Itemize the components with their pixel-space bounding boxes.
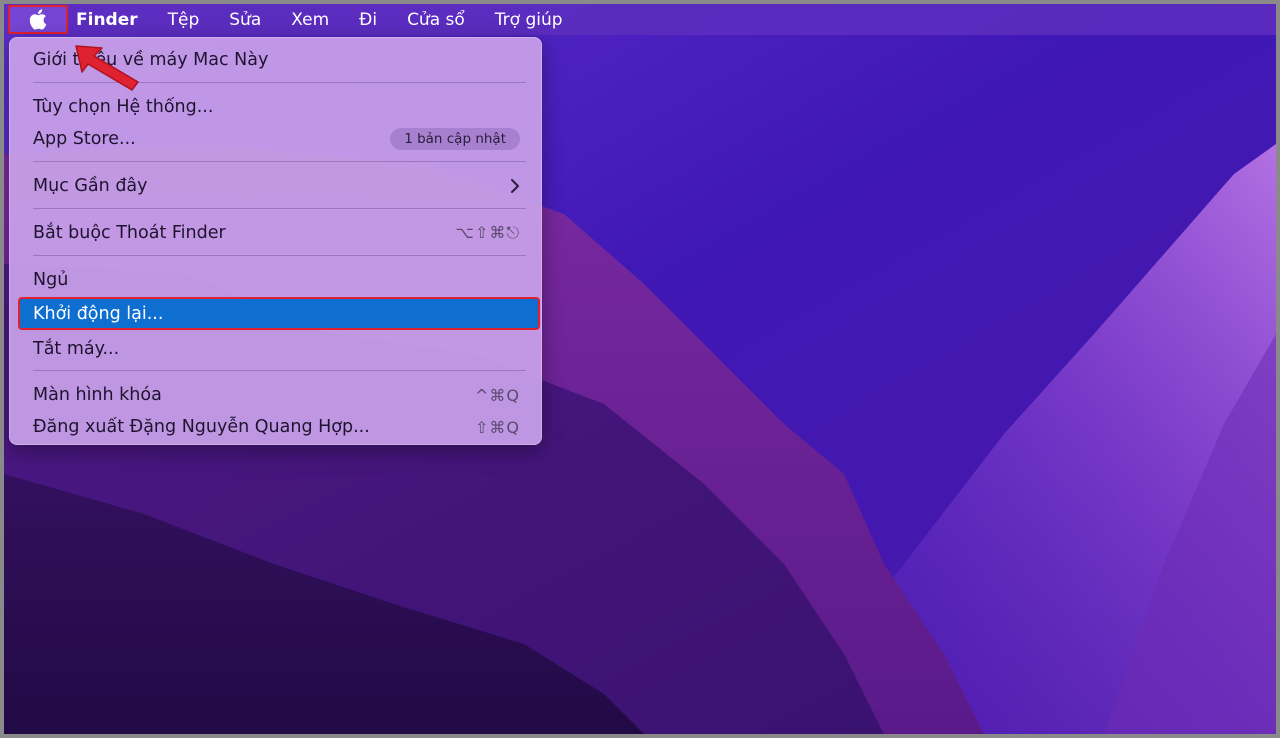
menu-separator xyxy=(33,255,526,256)
menu-item-sleep[interactable]: Ngủ xyxy=(21,265,530,295)
menu-item-logout-label: Đăng xuất Đặng Nguyễn Quang Hợp... xyxy=(33,417,370,437)
menu-window[interactable]: Cửa sổ xyxy=(407,10,465,30)
menu-item-shutdown-label: Tắt máy... xyxy=(33,339,120,359)
menu-item-force-quit[interactable]: Bắt buộc Thoát Finder ⌥⇧⌘⎋ xyxy=(21,218,530,248)
lock-screen-shortcut: ^⌘Q xyxy=(475,385,520,405)
menu-item-restart-label: Khởi động lại... xyxy=(33,303,164,324)
desktop: Finder Tệp Sửa Xem Đi Cửa sổ Trợ giúp Gi… xyxy=(4,4,1276,734)
menu-edit[interactable]: Sửa xyxy=(229,10,261,30)
menu-item-recent-items[interactable]: Mục Gần đây xyxy=(21,171,530,201)
menu-item-force-quit-label: Bắt buộc Thoát Finder xyxy=(33,223,226,243)
menu-separator xyxy=(33,208,526,209)
logout-shortcut: ⇧⌘Q xyxy=(475,417,520,437)
menu-item-system-preferences[interactable]: Tùy chọn Hệ thống... xyxy=(21,92,530,122)
menu-help[interactable]: Trợ giúp xyxy=(495,10,563,30)
chevron-right-icon xyxy=(511,179,519,193)
menu-item-shutdown[interactable]: Tắt máy... xyxy=(21,334,530,364)
menu-view[interactable]: Xem xyxy=(291,10,329,30)
update-count-badge: 1 bản cập nhật xyxy=(390,128,520,150)
menu-item-app-store[interactable]: App Store... 1 bản cập nhật xyxy=(21,124,530,154)
menu-separator xyxy=(33,161,526,162)
menu-item-system-preferences-label: Tùy chọn Hệ thống... xyxy=(33,97,214,117)
menu-item-sleep-label: Ngủ xyxy=(33,270,69,290)
apple-logo-icon xyxy=(29,9,47,30)
menu-item-lock-screen[interactable]: Màn hình khóa ^⌘Q xyxy=(21,380,530,410)
menu-bar: Finder Tệp Sửa Xem Đi Cửa sổ Trợ giúp xyxy=(4,4,1276,35)
menu-separator xyxy=(33,370,526,371)
menu-item-logout[interactable]: Đăng xuất Đặng Nguyễn Quang Hợp... ⇧⌘Q xyxy=(21,412,530,442)
menu-finder[interactable]: Finder xyxy=(76,10,138,30)
menu-go[interactable]: Đi xyxy=(359,10,377,30)
force-quit-shortcut: ⌥⇧⌘⎋ xyxy=(455,223,520,242)
menu-file[interactable]: Tệp xyxy=(168,10,200,30)
red-arrow-annotation-icon xyxy=(75,45,139,91)
menu-item-restart[interactable]: Khởi động lại... xyxy=(18,297,540,330)
menu-item-recent-items-label: Mục Gần đây xyxy=(33,176,148,196)
apple-menu-dropdown: Giới thiệu về máy Mac Này Tùy chọn Hệ th… xyxy=(9,37,542,445)
apple-menu-button[interactable] xyxy=(8,5,68,34)
menu-item-lock-screen-label: Màn hình khóa xyxy=(33,385,162,405)
menu-item-app-store-label: App Store... xyxy=(33,129,136,149)
